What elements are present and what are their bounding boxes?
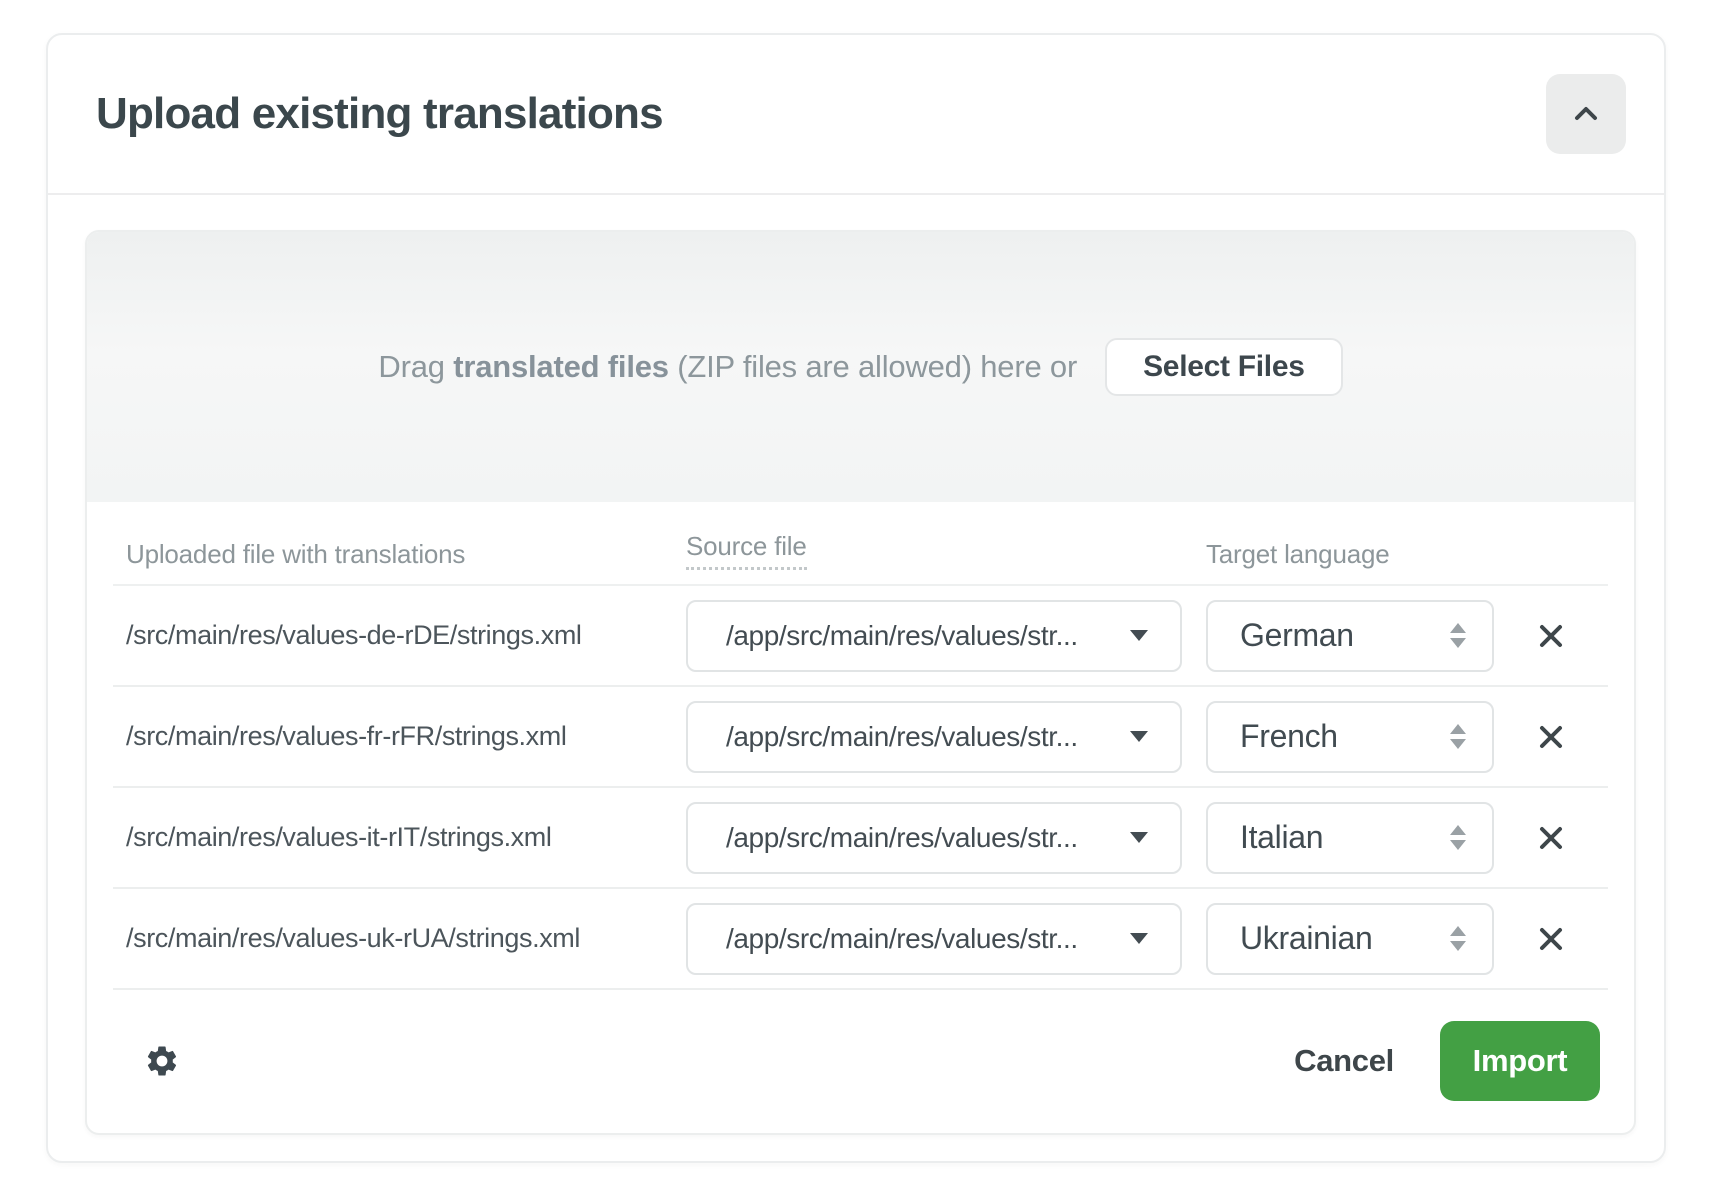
uploaded-file-path: /src/main/res/values-de-rDE/strings.xml — [113, 620, 686, 651]
caret-down-icon — [1130, 832, 1148, 843]
chevron-up-icon — [1571, 99, 1601, 129]
table-header-row: Uploaded file with translations Source f… — [113, 502, 1608, 586]
target-language-value: Ukrainian — [1240, 920, 1372, 957]
dialog-header: Upload existing translations — [48, 35, 1664, 195]
remove-row-button[interactable] — [1529, 917, 1573, 961]
caret-down-icon — [1130, 933, 1148, 944]
caret-up-down-icon — [1450, 623, 1466, 648]
caret-up-down-icon — [1450, 825, 1466, 850]
gear-icon — [144, 1043, 180, 1079]
target-language-value: Italian — [1240, 819, 1323, 856]
target-language-value: French — [1240, 718, 1338, 755]
close-icon — [1536, 722, 1566, 752]
source-file-value: /app/src/main/res/values/str... — [726, 620, 1078, 652]
collapse-button[interactable] — [1546, 74, 1626, 154]
cancel-button[interactable]: Cancel — [1294, 1043, 1394, 1079]
remove-row-button[interactable] — [1529, 614, 1573, 658]
caret-down-icon — [1130, 630, 1148, 641]
target-language-select[interactable]: German — [1206, 600, 1494, 672]
target-language-select[interactable]: Ukrainian — [1206, 903, 1494, 975]
column-header-uploaded-file: Uploaded file with translations — [113, 539, 686, 570]
caret-up-down-icon — [1450, 724, 1466, 749]
select-files-button[interactable]: Select Files — [1105, 338, 1343, 396]
uploaded-file-path: /src/main/res/values-uk-rUA/strings.xml — [113, 923, 686, 954]
uploaded-file-path: /src/main/res/values-it-rIT/strings.xml — [113, 822, 686, 853]
target-language-select[interactable]: Italian — [1206, 802, 1494, 874]
remove-row-button[interactable] — [1529, 816, 1573, 860]
column-header-source-file[interactable]: Source file — [686, 531, 807, 570]
source-file-value: /app/src/main/res/values/str... — [726, 923, 1078, 955]
close-icon — [1536, 823, 1566, 853]
dropzone-instruction: Drag translated files (ZIP files are all… — [378, 349, 1077, 385]
table-row: /src/main/res/values-de-rDE/strings.xml … — [113, 586, 1608, 687]
close-icon — [1536, 621, 1566, 651]
uploaded-files-table: Uploaded file with translations Source f… — [87, 502, 1634, 990]
dialog-footer: Cancel Import — [87, 988, 1634, 1133]
caret-up-down-icon — [1450, 926, 1466, 951]
table-body: /src/main/res/values-de-rDE/strings.xml … — [113, 586, 1608, 990]
target-language-value: German — [1240, 617, 1354, 654]
upload-panel: Drag translated files (ZIP files are all… — [85, 230, 1636, 1135]
import-settings-button[interactable] — [144, 1043, 180, 1079]
caret-down-icon — [1130, 731, 1148, 742]
target-language-select[interactable]: French — [1206, 701, 1494, 773]
source-file-dropdown[interactable]: /app/src/main/res/values/str... — [686, 701, 1182, 773]
uploaded-file-path: /src/main/res/values-fr-rFR/strings.xml — [113, 721, 686, 752]
dialog-title: Upload existing translations — [96, 89, 663, 139]
column-header-target-language: Target language — [1206, 539, 1494, 570]
source-file-value: /app/src/main/res/values/str... — [726, 721, 1078, 753]
import-button[interactable]: Import — [1440, 1021, 1600, 1101]
source-file-dropdown[interactable]: /app/src/main/res/values/str... — [686, 903, 1182, 975]
upload-translations-dialog: Upload existing translations Drag transl… — [46, 33, 1666, 1163]
table-row: /src/main/res/values-uk-rUA/strings.xml … — [113, 889, 1608, 990]
table-row: /src/main/res/values-it-rIT/strings.xml … — [113, 788, 1608, 889]
source-file-dropdown[interactable]: /app/src/main/res/values/str... — [686, 802, 1182, 874]
close-icon — [1536, 924, 1566, 954]
file-dropzone[interactable]: Drag translated files (ZIP files are all… — [87, 232, 1634, 502]
source-file-value: /app/src/main/res/values/str... — [726, 822, 1078, 854]
table-row: /src/main/res/values-fr-rFR/strings.xml … — [113, 687, 1608, 788]
source-file-dropdown[interactable]: /app/src/main/res/values/str... — [686, 600, 1182, 672]
remove-row-button[interactable] — [1529, 715, 1573, 759]
